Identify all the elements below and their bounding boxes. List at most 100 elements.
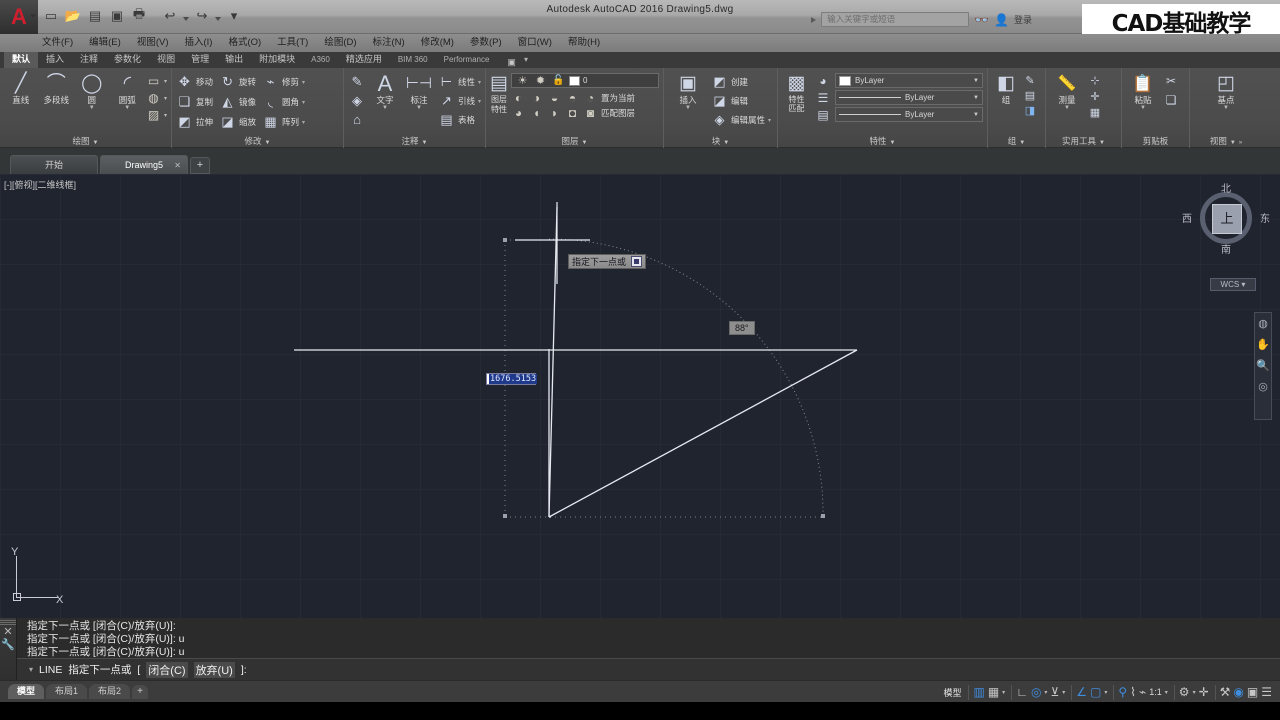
- panel-groups-expand-icon[interactable]: ▼: [1019, 140, 1025, 146]
- ucs-dropdown-icon[interactable]: ▾: [1104, 689, 1107, 696]
- array-dropdown-icon[interactable]: ▾: [302, 119, 305, 126]
- menu-draw[interactable]: 绘图(D): [316, 34, 364, 52]
- layout-tab-layout1[interactable]: 布局1: [46, 684, 88, 699]
- menu-format[interactable]: 格式(O): [220, 34, 269, 52]
- layout-tab-model[interactable]: 模型: [8, 684, 45, 699]
- tool-edit-attributes[interactable]: ◈ 编辑属性 ▾: [711, 111, 772, 129]
- layer-match-label[interactable]: 匹配图层: [601, 107, 635, 119]
- tab-a360[interactable]: A360: [303, 52, 338, 68]
- panel-block-title[interactable]: 块 ▼: [664, 135, 777, 147]
- layer-on-icon[interactable]: ☀: [515, 74, 530, 87]
- screencast-icon[interactable]: ▣: [507, 57, 516, 68]
- tab-manage[interactable]: 管理: [183, 52, 217, 68]
- tool-fillet[interactable]: ◟ 圆角 ▾: [262, 93, 305, 111]
- layer-freeze-obj-icon[interactable]: ◑: [529, 91, 544, 105]
- dimension-style-icon[interactable]: ◈: [348, 93, 366, 109]
- pan-icon[interactable]: ✋: [1256, 338, 1270, 351]
- circle-dropdown-icon[interactable]: ▼: [89, 105, 95, 111]
- layer-freeze-icon[interactable]: ✹: [533, 74, 548, 87]
- layer-isolate-icon[interactable]: ◐: [511, 91, 526, 105]
- tool-match-properties[interactable]: ▩ 特性 匹配: [782, 70, 811, 113]
- menu-dimension[interactable]: 标注(N): [365, 34, 413, 52]
- panel-view-title[interactable]: 视图 ▼»: [1190, 135, 1262, 147]
- tool-trim[interactable]: ⌁ 修剪 ▾: [262, 73, 305, 91]
- lineweight-combo[interactable]: ByLayer ▼: [835, 107, 983, 122]
- panel-draw-title[interactable]: 绘图 ▼: [0, 135, 171, 147]
- paste-dropdown-icon[interactable]: ▼: [1140, 105, 1146, 111]
- dynamic-input-icon[interactable]: ⚲: [1118, 685, 1127, 699]
- file-tab-start[interactable]: 开始: [10, 155, 98, 174]
- osnap-dropdown-icon[interactable]: ▾: [1062, 689, 1065, 696]
- tool-table[interactable]: ▤ 表格: [438, 111, 481, 129]
- orbit-icon[interactable]: ◎: [1258, 380, 1268, 393]
- dimension-dropdown-icon[interactable]: ▼: [416, 105, 422, 111]
- layer-control-combo[interactable]: ☀ ✹ 🔓 0: [511, 73, 659, 88]
- panel-properties-expand-icon[interactable]: ▼: [890, 140, 896, 146]
- base-point-dropdown-icon[interactable]: ▼: [1223, 105, 1229, 111]
- hardware-acceleration-icon[interactable]: ◉: [1233, 685, 1243, 699]
- status-model-label[interactable]: 模型: [938, 686, 966, 699]
- tab-bim360[interactable]: BIM 360: [390, 52, 436, 68]
- menu-insert[interactable]: 插入(I): [176, 34, 220, 52]
- tool-group[interactable]: ◧ 组: [992, 70, 1020, 105]
- panel-annotation-expand-icon[interactable]: ▼: [422, 140, 428, 146]
- cut-icon[interactable]: ✂: [1162, 74, 1180, 88]
- point-id-icon[interactable]: ✛: [1086, 90, 1104, 103]
- fillet-dropdown-icon[interactable]: ▾: [302, 99, 305, 106]
- tool-base-point[interactable]: ◰ 基点 ▼: [1206, 70, 1246, 111]
- transparency-icon[interactable]: ⌁: [1139, 685, 1146, 699]
- customization-menu-icon[interactable]: ☰: [1261, 685, 1272, 699]
- panel-layers-expand-icon[interactable]: ▼: [582, 140, 588, 146]
- region-dropdown-icon[interactable]: ▾: [164, 112, 167, 119]
- text-dropdown-icon[interactable]: ▼: [382, 105, 388, 111]
- hatch-icon[interactable]: ◍: [146, 91, 161, 105]
- tool-layer-properties[interactable]: ▤ 图层特性: [490, 70, 508, 115]
- tool-copy[interactable]: ❏ 复制: [176, 93, 213, 111]
- search-input[interactable]: 输入关键字或短语: [821, 12, 970, 27]
- layer-lock-obj-icon[interactable]: ◓: [565, 91, 580, 105]
- lineweight-display-icon[interactable]: ⌇: [1130, 685, 1136, 699]
- steering-wheel-icon[interactable]: ◍: [1258, 317, 1268, 330]
- tab-featured-apps[interactable]: 精选应用: [338, 52, 390, 68]
- linear-dropdown-icon[interactable]: ▾: [478, 79, 481, 86]
- panel-utilities-expand-icon[interactable]: ▼: [1099, 140, 1105, 146]
- command-history-caret-icon[interactable]: ▾: [29, 665, 33, 674]
- tool-create-block[interactable]: ◩ 创建: [711, 73, 771, 91]
- panel-modify-title[interactable]: 修改 ▼: [172, 135, 343, 147]
- linetype-combo[interactable]: ByLayer ▼: [835, 90, 983, 105]
- tool-line[interactable]: ╱ 直线: [4, 70, 38, 105]
- layer-off-icon[interactable]: ◒: [547, 91, 562, 105]
- panel-draw-expand-icon[interactable]: ▼: [93, 140, 99, 146]
- trim-dropdown-icon[interactable]: ▾: [302, 79, 305, 86]
- dynamic-input-prompt[interactable]: 指定下一点或: [568, 254, 647, 269]
- sign-in-label[interactable]: 登录: [1014, 13, 1032, 26]
- tool-linear[interactable]: ⊢ 线性 ▾: [438, 73, 481, 91]
- copy-clip-icon[interactable]: ❏: [1162, 93, 1180, 107]
- panel-groups-title[interactable]: 组 ▼: [988, 135, 1045, 147]
- view-cube[interactable]: 上 北 南 西 东: [1182, 182, 1270, 256]
- layer-make-current-label[interactable]: 置为当前: [601, 92, 635, 104]
- group-selection-on-icon[interactable]: ◨: [1021, 104, 1039, 117]
- tool-rotate[interactable]: ↻ 旋转: [219, 73, 256, 91]
- layer-lock-icon[interactable]: 🔓: [551, 75, 566, 86]
- ucs-selector[interactable]: WCS ▾: [1210, 278, 1256, 291]
- tool-move[interactable]: ✥ 移动: [176, 73, 213, 91]
- snap-dropdown-icon[interactable]: ▾: [1002, 689, 1005, 696]
- rectangle-dropdown-icon[interactable]: ▾: [164, 78, 167, 85]
- object-color-icon[interactable]: ◕: [814, 74, 832, 88]
- tool-insert-block[interactable]: ▣ 插入 ▼: [668, 70, 708, 111]
- snap-mode-icon[interactable]: ▦: [988, 685, 999, 699]
- layout-tab-layout2[interactable]: 布局2: [89, 684, 131, 699]
- layer-color-swatch[interactable]: [569, 75, 580, 86]
- ungroup-icon[interactable]: ✎: [1021, 74, 1039, 87]
- polar-dropdown-icon[interactable]: ▾: [1044, 689, 1047, 696]
- menu-parametric[interactable]: 参数(P): [462, 34, 510, 52]
- menu-window[interactable]: 窗口(W): [510, 34, 560, 52]
- lineweight-caret-icon[interactable]: ▼: [973, 112, 979, 118]
- panel-utilities-title[interactable]: 实用工具 ▼: [1046, 135, 1121, 147]
- scale-dropdown-icon[interactable]: ▾: [1165, 689, 1168, 696]
- tool-edit-block[interactable]: ◪ 编辑: [711, 92, 771, 110]
- add-scale-icon[interactable]: ✛: [1199, 685, 1209, 699]
- panel-clipboard-title[interactable]: 剪贴板: [1122, 135, 1189, 147]
- quick-calc-icon[interactable]: ⊹: [1086, 74, 1104, 87]
